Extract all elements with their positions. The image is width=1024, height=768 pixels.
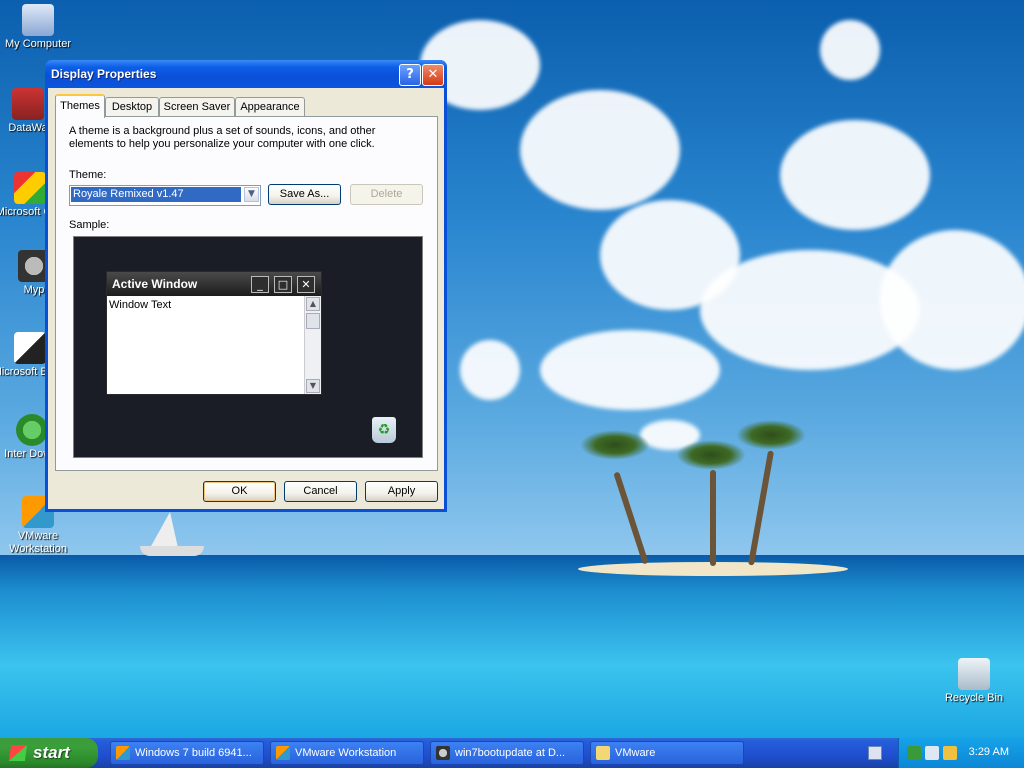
network-icon[interactable] bbox=[907, 746, 921, 760]
globe-icon bbox=[16, 414, 48, 446]
sample-window-title: Active Window bbox=[112, 277, 198, 291]
tab-desktop[interactable]: Desktop bbox=[105, 97, 159, 116]
sample-window-text: Window Text bbox=[109, 299, 172, 311]
sample-label: Sample: bbox=[69, 219, 110, 231]
window-titlebar[interactable]: Display Properties ? ✕ bbox=[45, 60, 447, 88]
help-button[interactable]: ? bbox=[399, 64, 421, 86]
visual-cpp-icon bbox=[14, 172, 46, 204]
ok-button[interactable]: OK bbox=[203, 481, 276, 502]
theme-sample-preview: Active Window _ □ ✕ Window Text ▲ ▼ ♻ bbox=[73, 236, 423, 458]
maximize-icon: □ bbox=[274, 276, 292, 293]
apply-button[interactable]: Apply bbox=[365, 481, 438, 502]
delete-button[interactable]: Delete bbox=[350, 184, 423, 205]
folder-icon bbox=[596, 746, 610, 760]
safely-remove-icon[interactable] bbox=[925, 746, 939, 760]
taskbar-item-vmware-folder[interactable]: VMware bbox=[590, 741, 744, 765]
visual-basic-icon bbox=[14, 332, 46, 364]
scroll-down-icon: ▼ bbox=[306, 379, 320, 393]
recycle-bin-icon: ♻ bbox=[372, 417, 396, 443]
tab-screen-saver[interactable]: Screen Saver bbox=[159, 97, 235, 116]
close-button[interactable]: ✕ bbox=[422, 64, 444, 86]
taskbar-item-win7bootupdate[interactable]: win7bootupdate at D... bbox=[430, 741, 584, 765]
close-icon: ✕ bbox=[297, 276, 315, 293]
system-tray: 3:29 AM bbox=[898, 738, 1024, 768]
tab-themes[interactable]: Themes bbox=[55, 94, 105, 118]
raccoon-icon bbox=[436, 746, 450, 760]
sailboat bbox=[150, 512, 178, 548]
desktop-icon-recycle-bin[interactable]: Recycle Bin bbox=[936, 658, 1012, 705]
themes-description: A theme is a background plus a set of so… bbox=[69, 125, 376, 150]
computer-icon bbox=[22, 4, 54, 36]
tab-appearance[interactable]: Appearance bbox=[235, 97, 305, 116]
vmware-icon bbox=[116, 746, 130, 760]
desktop-wallpaper-sea bbox=[0, 555, 1024, 738]
chevron-down-icon[interactable]: ▼ bbox=[244, 187, 259, 202]
themes-panel: A theme is a background plus a set of so… bbox=[55, 116, 438, 471]
start-label: start bbox=[33, 743, 70, 762]
recycle-bin-icon bbox=[958, 658, 990, 690]
app-icon bbox=[12, 88, 44, 120]
taskbar: start Windows 7 build 6941... VMware Wor… bbox=[0, 738, 1024, 768]
start-button[interactable]: start bbox=[0, 738, 98, 768]
sample-scrollbar: ▲ ▼ bbox=[304, 296, 321, 394]
theme-label: Theme: bbox=[69, 169, 107, 181]
minimize-icon: _ bbox=[251, 276, 269, 293]
window-title: Display Properties bbox=[51, 67, 157, 81]
theme-select-value: Royale Remixed v1.47 bbox=[71, 187, 241, 202]
taskbar-item-vmware-workstation[interactable]: VMware Workstation bbox=[270, 741, 424, 765]
clock[interactable]: 3:29 AM bbox=[969, 746, 1009, 758]
taskbar-item-windows7[interactable]: Windows 7 build 6941... bbox=[110, 741, 264, 765]
scroll-up-icon: ▲ bbox=[306, 297, 320, 311]
scroll-thumb bbox=[306, 313, 320, 329]
theme-select[interactable]: Royale Remixed v1.47 ▼ bbox=[69, 185, 261, 206]
sample-window-titlebar: Active Window _ □ ✕ bbox=[107, 272, 321, 296]
windows-logo-icon bbox=[8, 745, 28, 761]
palm-tree bbox=[736, 420, 806, 450]
palm-tree bbox=[580, 430, 650, 460]
desktop-icon-my-computer[interactable]: My Computer bbox=[0, 4, 76, 51]
keyboard-icon[interactable] bbox=[868, 746, 882, 760]
vmware-icon bbox=[276, 746, 290, 760]
cancel-button[interactable]: Cancel bbox=[284, 481, 357, 502]
window-client-area: Themes Desktop Screen Saver Appearance A… bbox=[48, 88, 444, 509]
display-properties-window: Display Properties ? ✕ Themes Desktop Sc… bbox=[45, 60, 447, 512]
security-icon[interactable] bbox=[943, 746, 957, 760]
save-as-button[interactable]: Save As... bbox=[268, 184, 341, 205]
sample-active-window: Active Window _ □ ✕ Window Text ▲ ▼ bbox=[106, 271, 322, 395]
